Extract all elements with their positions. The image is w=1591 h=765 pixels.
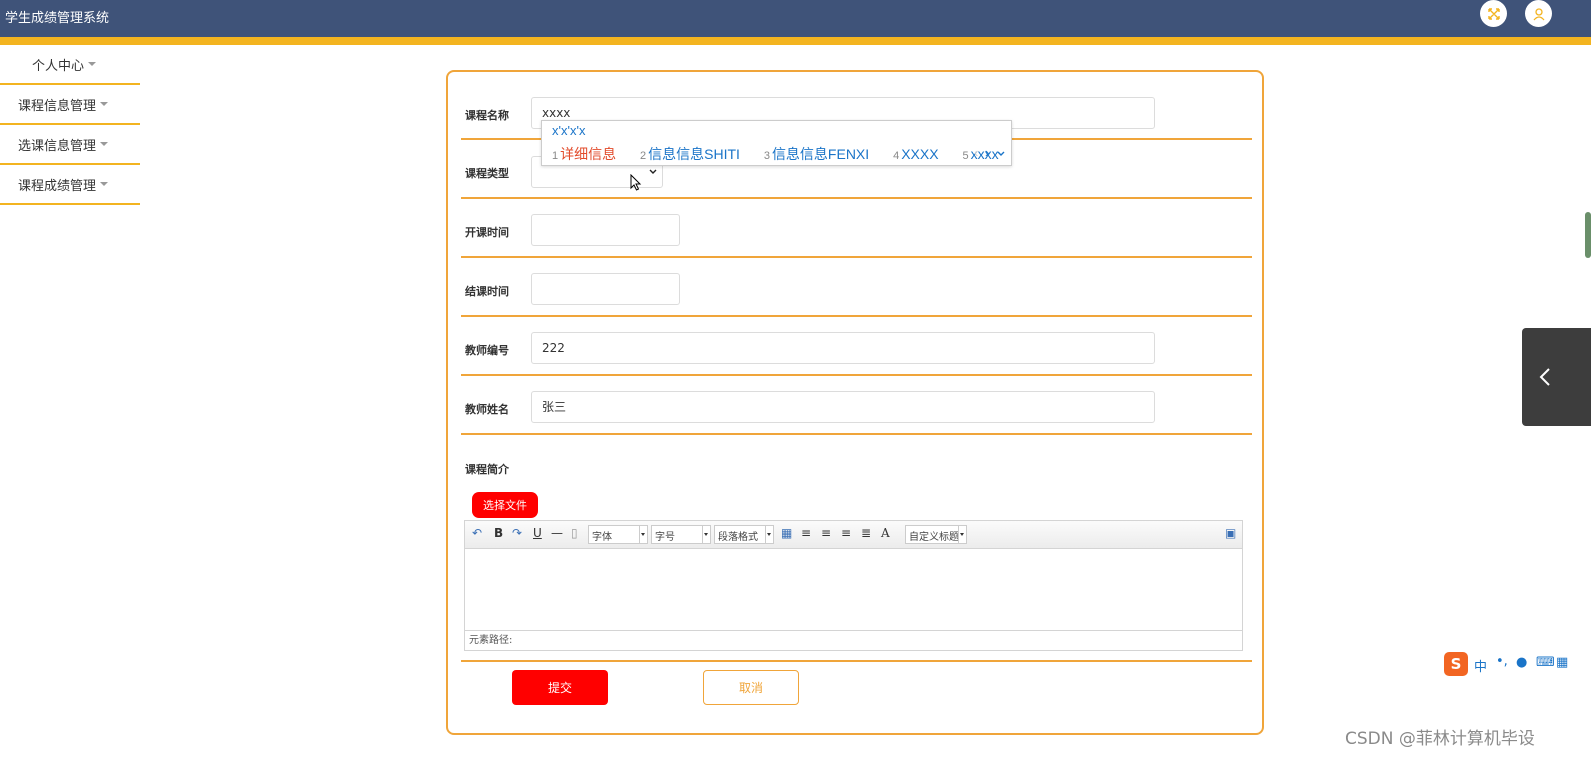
align-left-icon[interactable]: ≡ — [801, 526, 811, 540]
font-size-select[interactable]: 字号 — [651, 525, 711, 544]
ime-toolbar: S 中 •, ● ⌨ ▦ — [1444, 652, 1591, 676]
teacher-id-label: 教师编号 — [465, 344, 509, 357]
table-icon[interactable]: ▦ — [781, 526, 792, 540]
keyboard-icon[interactable]: ⌨ — [1536, 655, 1555, 670]
sidebar-item-label: 选课信息管理 — [18, 138, 97, 154]
caret-down-icon — [100, 102, 109, 106]
sidebar: 个人中心 课程信息管理 选课信息管理 课程成绩管理 — [0, 45, 140, 205]
teacher-id-input[interactable]: 222 — [531, 332, 1155, 364]
user-icon[interactable] — [1525, 0, 1552, 27]
end-time-label: 结课时间 — [465, 285, 509, 298]
teacher-name-label: 教师姓名 — [465, 403, 509, 416]
chevron-left-icon — [1539, 368, 1550, 386]
cancel-button[interactable]: 取消 — [703, 670, 799, 705]
rich-text-editor: ↶ B ↷ U — ▯ 字体 字号 段落格式 ▦ ≡ ≡ ≡ ≣ A 自定义标题… — [464, 520, 1243, 651]
choose-file-button[interactable]: 选择文件 — [472, 492, 538, 518]
header-accent-strip — [0, 37, 1591, 45]
course-name-label: 课程名称 — [465, 109, 509, 122]
ime-mode-label[interactable]: 中 — [1474, 656, 1487, 675]
caret-down-icon — [100, 142, 109, 146]
watermark: CSDN @菲林计算机毕设 — [1345, 729, 1535, 749]
submit-button[interactable]: 提交 — [512, 670, 608, 705]
bold-icon[interactable]: B — [494, 526, 503, 540]
horizontal-rule-icon[interactable]: — — [551, 526, 563, 540]
start-time-label: 开课时间 — [465, 226, 509, 239]
scrollbar-thumb[interactable] — [1585, 212, 1591, 258]
mouse-cursor-icon — [630, 174, 642, 191]
font-color-icon[interactable]: A — [881, 526, 890, 540]
align-justify-icon[interactable]: ≣ — [861, 526, 871, 540]
ime-pinyin: x'x'x'x — [552, 123, 586, 138]
sogou-logo-icon[interactable]: S — [1444, 652, 1468, 676]
end-time-input[interactable] — [531, 273, 680, 305]
microphone-icon[interactable]: ● — [1516, 655, 1527, 670]
app-title: 学生成绩管理系统 — [5, 11, 110, 26]
ime-candidate[interactable]: 3 信息信息FENXI — [764, 146, 879, 162]
editor-toolbar: ↶ B ↷ U — ▯ 字体 字号 段落格式 ▦ ≡ ≡ ≡ ≣ A 自定义标题… — [465, 521, 1242, 549]
sidebar-item-label: 课程成绩管理 — [18, 178, 97, 194]
editor-element-path: 元素路径: — [465, 630, 1242, 650]
ime-prev-icon[interactable]: ‹ — [974, 145, 978, 160]
editor-content-area[interactable] — [465, 549, 1242, 630]
course-type-label: 课程类型 — [465, 167, 509, 180]
underline-icon[interactable]: U — [533, 526, 542, 540]
sidebar-item-label: 个人中心 — [32, 58, 85, 74]
toolbox-icon[interactable]: ▦ — [1556, 655, 1568, 670]
fullscreen-icon[interactable] — [1480, 0, 1507, 27]
ime-candidate[interactable]: 2 信息信息SHITI — [640, 146, 750, 162]
row-teacher-id: 教师编号 222 — [461, 315, 1252, 376]
fullscreen-editor-icon[interactable]: ▣ — [1225, 526, 1236, 540]
document-icon[interactable]: ▯ — [571, 526, 578, 540]
font-family-select[interactable]: 字体 — [588, 525, 648, 544]
course-intro-label: 课程简介 — [465, 463, 509, 476]
sidebar-item-course-grades[interactable]: 课程成绩管理 — [0, 165, 140, 205]
punctuation-icon[interactable]: •, — [1496, 654, 1508, 669]
sidebar-item-personal-center[interactable]: 个人中心 — [0, 45, 140, 85]
caret-down-icon — [100, 182, 109, 186]
ime-next-icon[interactable]: › — [985, 145, 989, 160]
row-teacher-name: 教师姓名 张三 — [461, 374, 1252, 435]
top-header: 学生成绩管理系统 — [0, 0, 1591, 37]
paragraph-format-select[interactable]: 段落格式 — [714, 525, 774, 544]
ime-candidate[interactable]: 4 XXXX — [893, 146, 948, 162]
start-time-input[interactable] — [531, 214, 680, 246]
sidebar-item-course-info[interactable]: 课程信息管理 — [0, 85, 140, 125]
sidebar-item-selection-info[interactable]: 选课信息管理 — [0, 125, 140, 165]
ime-candidate-popup: x'x'x'x 1 详细信息 2 信息信息SHITI 3 信息信息FENXI 4 XXX… — [541, 120, 1012, 166]
sidebar-item-label: 课程信息管理 — [18, 98, 97, 114]
ime-candidate[interactable]: 1 详细信息 — [552, 146, 626, 162]
align-center-icon[interactable]: ≡ — [841, 526, 851, 540]
redo-icon[interactable]: ↷ — [512, 526, 522, 540]
undo-icon[interactable]: ↶ — [472, 526, 482, 540]
teacher-name-input[interactable]: 张三 — [531, 391, 1155, 423]
custom-title-select[interactable]: 自定义标题 — [905, 525, 967, 544]
ime-candidates: 1 详细信息 2 信息信息SHITI 3 信息信息FENXI 4 XXXX 5 xxxx — [552, 144, 1019, 164]
row-start-time: 开课时间 — [461, 197, 1252, 258]
align-right-icon[interactable]: ≡ — [821, 526, 831, 540]
chevron-down-icon — [649, 169, 657, 174]
side-drawer-toggle[interactable] — [1522, 328, 1591, 426]
row-end-time: 结课时间 — [461, 256, 1252, 317]
caret-down-icon — [88, 62, 97, 66]
ime-expand-icon[interactable] — [997, 151, 1005, 157]
